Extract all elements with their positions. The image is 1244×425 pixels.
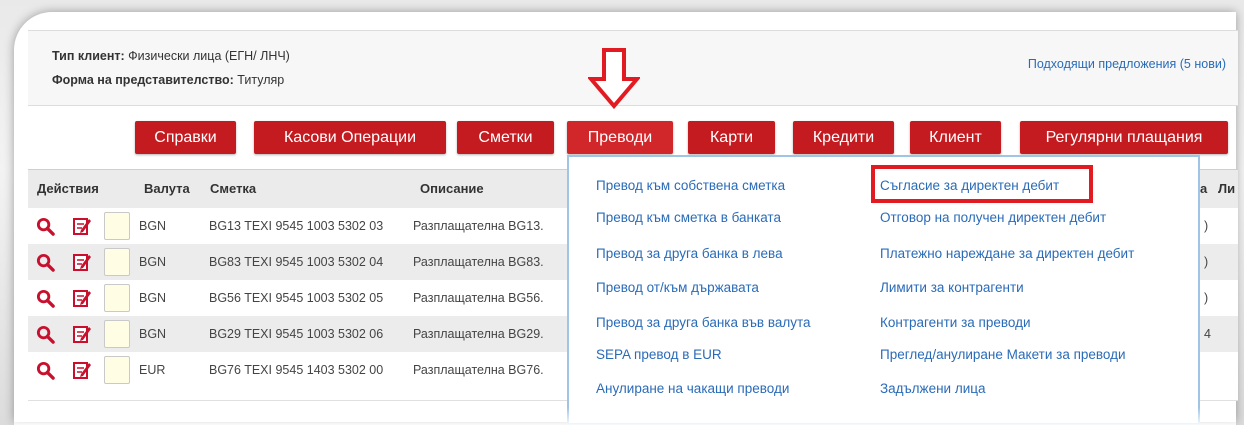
col-cut-header-2: Ли	[1218, 181, 1236, 196]
search-icon[interactable]	[36, 325, 55, 344]
menu-item-sepa-eur-transfer[interactable]: SEPA превод в EUR	[596, 347, 722, 362]
menu-item-other-bank-currency-transfer[interactable]: Превод за друга банка във валута	[596, 315, 811, 330]
row-account: BG83 TEXI 9545 1003 5302 04	[209, 255, 384, 269]
row-account: BG56 TEXI 9545 1003 5302 05	[209, 291, 384, 305]
row-description: Разплащателна BG13.	[413, 219, 544, 233]
row-description: Разплащателна BG56.	[413, 291, 544, 305]
down-arrow-icon	[588, 48, 640, 109]
highlight-annotation-box	[871, 165, 1093, 203]
menu-item-own-account-transfer[interactable]: Превод към собствена сметка	[596, 178, 785, 193]
nav-credits-button[interactable]: Кредити	[793, 121, 894, 154]
row-description: Разплащателна BG83.	[413, 255, 544, 269]
row-account: BG13 TEXI 9545 1003 5302 03	[209, 219, 384, 233]
menu-item-other-bank-bgn-transfer[interactable]: Превод за друга банка в лева	[596, 246, 783, 261]
row-select-checkbox[interactable]	[104, 356, 130, 384]
search-icon[interactable]	[36, 253, 55, 272]
nav-cash-operations-button[interactable]: Касови Операции	[254, 121, 446, 154]
row-select-checkbox[interactable]	[104, 212, 130, 240]
row-cut-value: )	[1204, 291, 1209, 305]
menu-item-bank-account-transfer[interactable]: Превод към сметка в банката	[596, 210, 781, 225]
menu-item-state-transfer[interactable]: Превод от/към държавата	[596, 280, 759, 295]
client-type-label: Тип клиент:	[52, 49, 125, 63]
row-currency: BGN	[139, 219, 167, 233]
row-select-checkbox[interactable]	[104, 248, 130, 276]
search-icon[interactable]	[36, 289, 55, 308]
row-currency: BGN	[139, 291, 167, 305]
col-actions-header: Действия	[37, 181, 99, 196]
representation-form-value: Титуляр	[237, 73, 285, 87]
edit-icon[interactable]	[72, 360, 92, 380]
edit-icon[interactable]	[72, 252, 92, 272]
row-select-checkbox[interactable]	[104, 284, 130, 312]
col-account-header: Сметка	[210, 181, 257, 196]
nav-client-button[interactable]: Клиент	[910, 121, 1001, 154]
nav-accounts-button[interactable]: Сметки	[457, 121, 554, 154]
row-description: Разплащателна BG76.	[413, 363, 544, 377]
menu-item-transfer-counterparties[interactable]: Контрагенти за преводи	[880, 315, 1031, 330]
suitable-offers-link[interactable]: Подходящи предложения (5 нови)	[1028, 57, 1226, 71]
edit-icon[interactable]	[72, 324, 92, 344]
nav-cards-button[interactable]: Карти	[688, 121, 775, 154]
menu-item-obligated-persons[interactable]: Задължени лица	[880, 381, 986, 396]
menu-item-cancel-pending-transfers[interactable]: Анулиране на чакащи преводи	[596, 381, 789, 396]
row-cut-value: )	[1204, 255, 1209, 269]
representation-form-line: Форма на представителство: Титуляр	[52, 73, 284, 87]
nav-recurring-payments-button[interactable]: Регулярни плащания	[1020, 121, 1228, 154]
row-select-checkbox[interactable]	[104, 320, 130, 348]
edit-icon[interactable]	[72, 288, 92, 308]
client-type-line: Тип клиент: Физически лица (ЕГН/ ЛНЧ)	[52, 49, 290, 63]
menu-item-counterparty-limits[interactable]: Лимити за контрагенти	[880, 280, 1024, 295]
row-description: Разплащателна BG29.	[413, 327, 544, 341]
search-icon[interactable]	[36, 361, 55, 380]
row-account: BG76 TEXI 9545 1403 5302 00	[209, 363, 384, 377]
nav-reports-button[interactable]: Справки	[135, 121, 236, 154]
row-currency: EUR	[139, 363, 166, 377]
menu-item-transfer-templates[interactable]: Преглед/анулиране Макети за преводи	[880, 347, 1126, 362]
frame-bottom-fade	[14, 407, 1236, 425]
col-cut-header: а	[1200, 181, 1208, 196]
col-description-header: Описание	[420, 181, 484, 196]
representation-form-label: Форма на представителство:	[52, 73, 234, 87]
edit-icon[interactable]	[72, 216, 92, 236]
client-type-value: Физически лица (ЕГН/ ЛНЧ)	[128, 49, 290, 63]
row-currency: BGN	[139, 255, 167, 269]
row-cut-value: )	[1204, 219, 1209, 233]
menu-item-direct-debit-response[interactable]: Отговор на получен директен дебит	[880, 210, 1106, 225]
col-currency-header: Валута	[144, 181, 190, 196]
row-account: BG29 TEXI 9545 1003 5302 06	[209, 327, 384, 341]
menu-item-direct-debit-payment-order[interactable]: Платежно нареждане за директен дебит	[880, 246, 1134, 261]
nav-transfers-button[interactable]: Преводи	[567, 121, 673, 154]
row-cut-value: 4	[1204, 327, 1211, 341]
search-icon[interactable]	[36, 217, 55, 236]
row-currency: BGN	[139, 327, 167, 341]
